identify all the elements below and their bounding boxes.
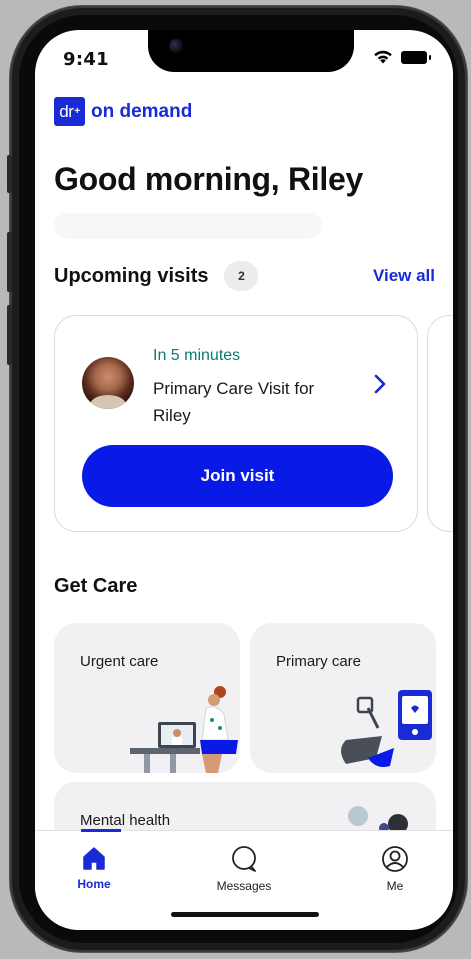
logo-badge-mark: +	[74, 106, 80, 117]
tab-home[interactable]: Home	[49, 845, 139, 891]
mental-health-underline	[81, 829, 121, 832]
chat-bubble-icon	[232, 846, 256, 872]
brand-logo: dr + on demand	[54, 97, 192, 126]
notch	[148, 30, 354, 72]
page-title: Good morning, Riley	[54, 161, 363, 197]
view-all-link[interactable]: View all	[373, 266, 435, 286]
tab-messages[interactable]: Messages	[199, 845, 289, 893]
urgent-care-illustration	[130, 686, 238, 773]
primary-care-tile[interactable]: Primary care	[250, 623, 436, 773]
upcoming-visits-title: Upcoming visits	[54, 264, 209, 287]
bottom-tab-bar: Home Messages Me	[35, 829, 453, 930]
tab-messages-label: Messages	[216, 879, 272, 893]
silent-switch	[7, 155, 12, 193]
profile-icon	[382, 846, 408, 872]
visit-time-until: In 5 minutes	[153, 347, 241, 364]
volume-down-button	[7, 305, 12, 365]
home-icon	[83, 847, 105, 870]
app-screen: 9:41 dr + on demand Good morning, Riley U…	[35, 30, 453, 930]
home-indicator	[171, 912, 319, 917]
volume-up-button	[7, 232, 12, 292]
status-icons	[373, 50, 431, 64]
battery-icon	[401, 50, 431, 64]
front-camera	[169, 39, 183, 53]
visit-title: Primary Care Visit for Riley	[153, 379, 315, 425]
greeting-subtitle-placeholder	[54, 213, 322, 239]
mental-health-label: Mental health	[80, 812, 171, 829]
join-visit-button[interactable]: Join visit	[82, 445, 393, 507]
tab-home-label: Home	[77, 877, 111, 891]
logo-badge-text: dr	[59, 101, 74, 121]
visit-card[interactable]: In 5 minutes Primary Care Visit for Rile…	[54, 315, 418, 532]
doctor-avatar	[82, 357, 134, 409]
tab-me-label: Me	[386, 879, 404, 893]
wifi-icon	[374, 50, 392, 64]
status-time: 9:41	[63, 49, 109, 70]
primary-care-label: Primary care	[276, 653, 362, 670]
chevron-right-icon[interactable]	[373, 374, 387, 394]
urgent-care-tile[interactable]: Urgent care	[54, 623, 240, 773]
urgent-care-label: Urgent care	[80, 653, 159, 670]
next-visit-card[interactable]	[427, 315, 453, 532]
get-care-title: Get Care	[54, 575, 138, 597]
primary-care-illustration	[341, 690, 432, 767]
upcoming-count-badge: 2	[224, 261, 259, 291]
tab-me[interactable]: Me	[350, 845, 440, 893]
logo-text: on demand	[91, 100, 193, 122]
upcoming-visits-header: Upcoming visits 2 View all	[54, 261, 435, 291]
logo-badge: dr +	[54, 97, 85, 126]
